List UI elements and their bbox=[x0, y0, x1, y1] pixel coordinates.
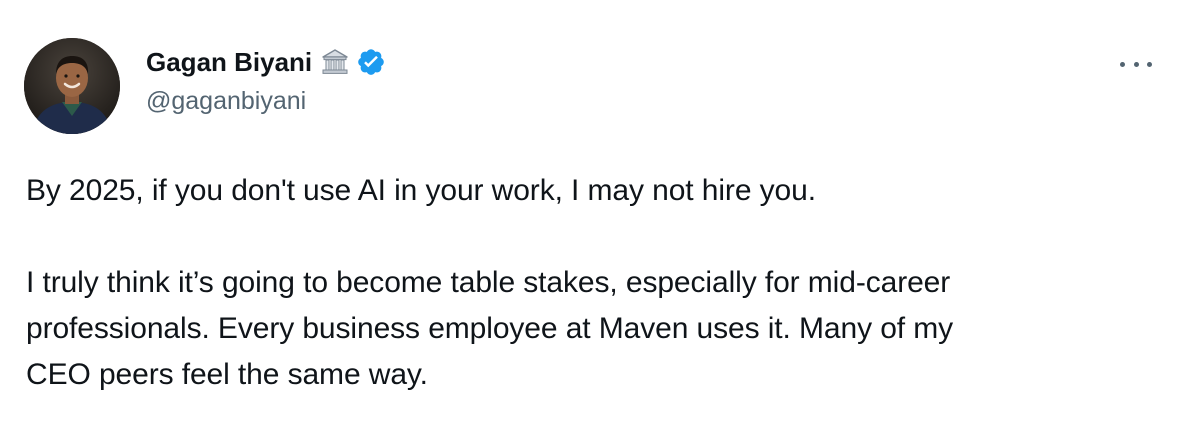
classical-building-icon bbox=[320, 47, 350, 77]
more-options-dot bbox=[1147, 61, 1152, 67]
more-options-icon bbox=[1120, 61, 1125, 67]
name-row: Gagan Biyani bbox=[146, 44, 386, 80]
tweet-card: Gagan Biyani @gaganbiyani By 2025, if yo… bbox=[0, 0, 1180, 430]
author-block: Gagan Biyani @gaganbiyani bbox=[146, 44, 386, 118]
user-handle[interactable]: @gaganbiyani bbox=[146, 84, 386, 118]
tweet-text: By 2025, if you don't use AI in your wor… bbox=[26, 168, 1146, 398]
more-options-dot bbox=[1133, 61, 1139, 67]
avatar[interactable] bbox=[24, 38, 120, 134]
tweet-paragraph: By 2025, if you don't use AI in your wor… bbox=[26, 174, 816, 207]
display-name[interactable]: Gagan Biyani bbox=[146, 44, 312, 80]
tweet-paragraph: I truly think it’s going to become table… bbox=[26, 266, 954, 391]
avatar-image bbox=[24, 38, 120, 134]
verified-badge-icon[interactable] bbox=[356, 47, 386, 77]
more-options-button[interactable] bbox=[1116, 50, 1156, 78]
